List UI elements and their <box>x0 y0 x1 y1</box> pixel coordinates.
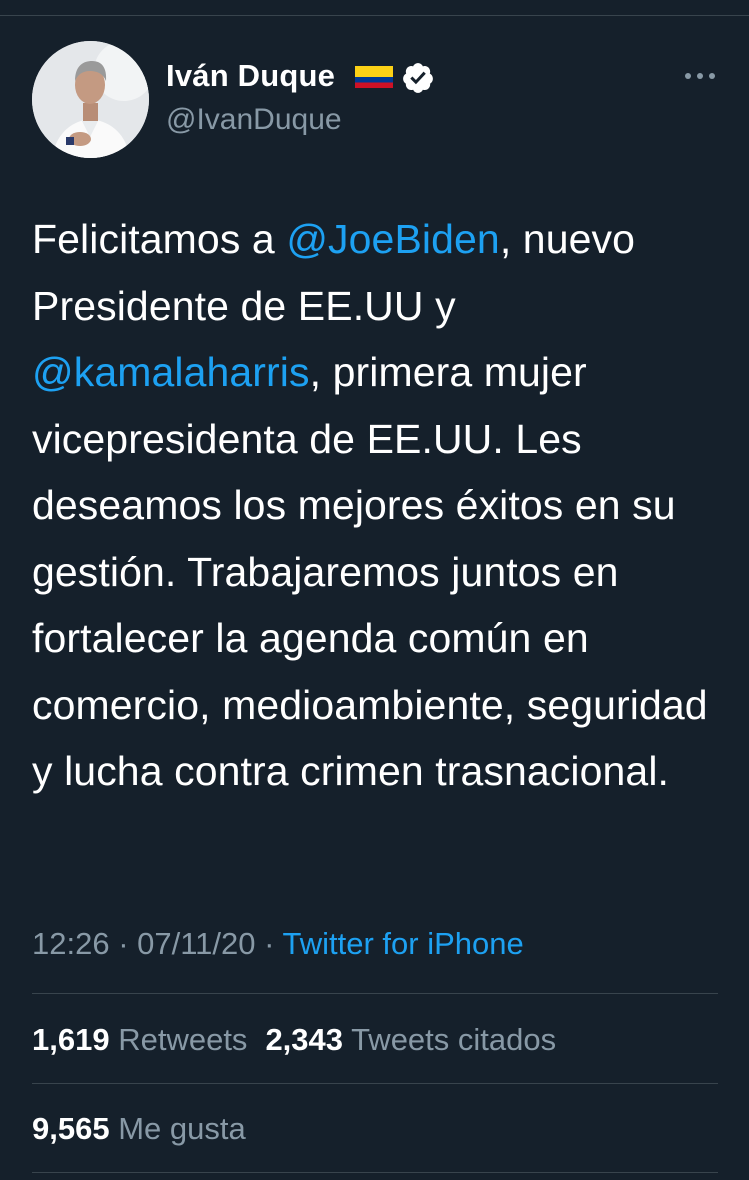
retweets-count: 1,619 <box>32 1022 110 1057</box>
quote-tweets-stat[interactable]: 2,343 Tweets citados <box>265 1022 556 1057</box>
avatar[interactable] <box>32 41 149 158</box>
likes-count: 9,565 <box>32 1111 110 1146</box>
tweet-text-segment: , primera mujer vicepresidenta de EE.UU.… <box>32 349 708 794</box>
tweet-text-segment: Felicitamos a <box>32 216 287 262</box>
divider <box>32 1172 718 1173</box>
likes-label: Me gusta <box>118 1111 246 1146</box>
author-display-name[interactable]: Iván Duque <box>166 56 335 96</box>
tweet-detail-view: Iván Duque @IvanDuque Felicitamos a @Joe… <box>0 0 749 1180</box>
tweet-time: 12:26 <box>32 926 110 961</box>
more-options-icon[interactable] <box>682 66 718 86</box>
mention-link-joebiden[interactable]: @JoeBiden <box>286 216 500 262</box>
retweets-stat[interactable]: 1,619 Retweets <box>32 1022 247 1057</box>
meta-separator: · <box>255 926 283 961</box>
divider <box>32 1083 718 1084</box>
quotes-count: 2,343 <box>265 1022 344 1057</box>
tweet-text: Felicitamos a @JoeBiden, nuevo President… <box>32 206 722 805</box>
mention-link-kamalaharris[interactable]: @kamalaharris <box>32 349 310 395</box>
divider <box>32 993 718 994</box>
tweet-metadata: 12:26 · 07/11/20 · Twitter for iPhone <box>32 922 524 966</box>
stats-row-retweets: 1,619 Retweets 2,343 Tweets citados <box>32 1018 556 1062</box>
likes-stat[interactable]: 9,565 Me gusta <box>32 1111 246 1146</box>
top-divider <box>0 15 749 16</box>
verified-badge-icon <box>403 63 433 93</box>
tweet-date: 07/11/20 <box>137 926 256 961</box>
retweets-label: Retweets <box>118 1022 248 1057</box>
avatar-image <box>32 41 149 158</box>
quotes-label: Tweets citados <box>351 1022 557 1057</box>
author-handle[interactable]: @IvanDuque <box>166 100 342 140</box>
stats-row-likes: 9,565 Me gusta <box>32 1107 246 1151</box>
colombia-flag-icon <box>355 66 393 88</box>
tweet-source-link[interactable]: Twitter for iPhone <box>283 926 524 961</box>
meta-separator: · <box>109 926 138 961</box>
